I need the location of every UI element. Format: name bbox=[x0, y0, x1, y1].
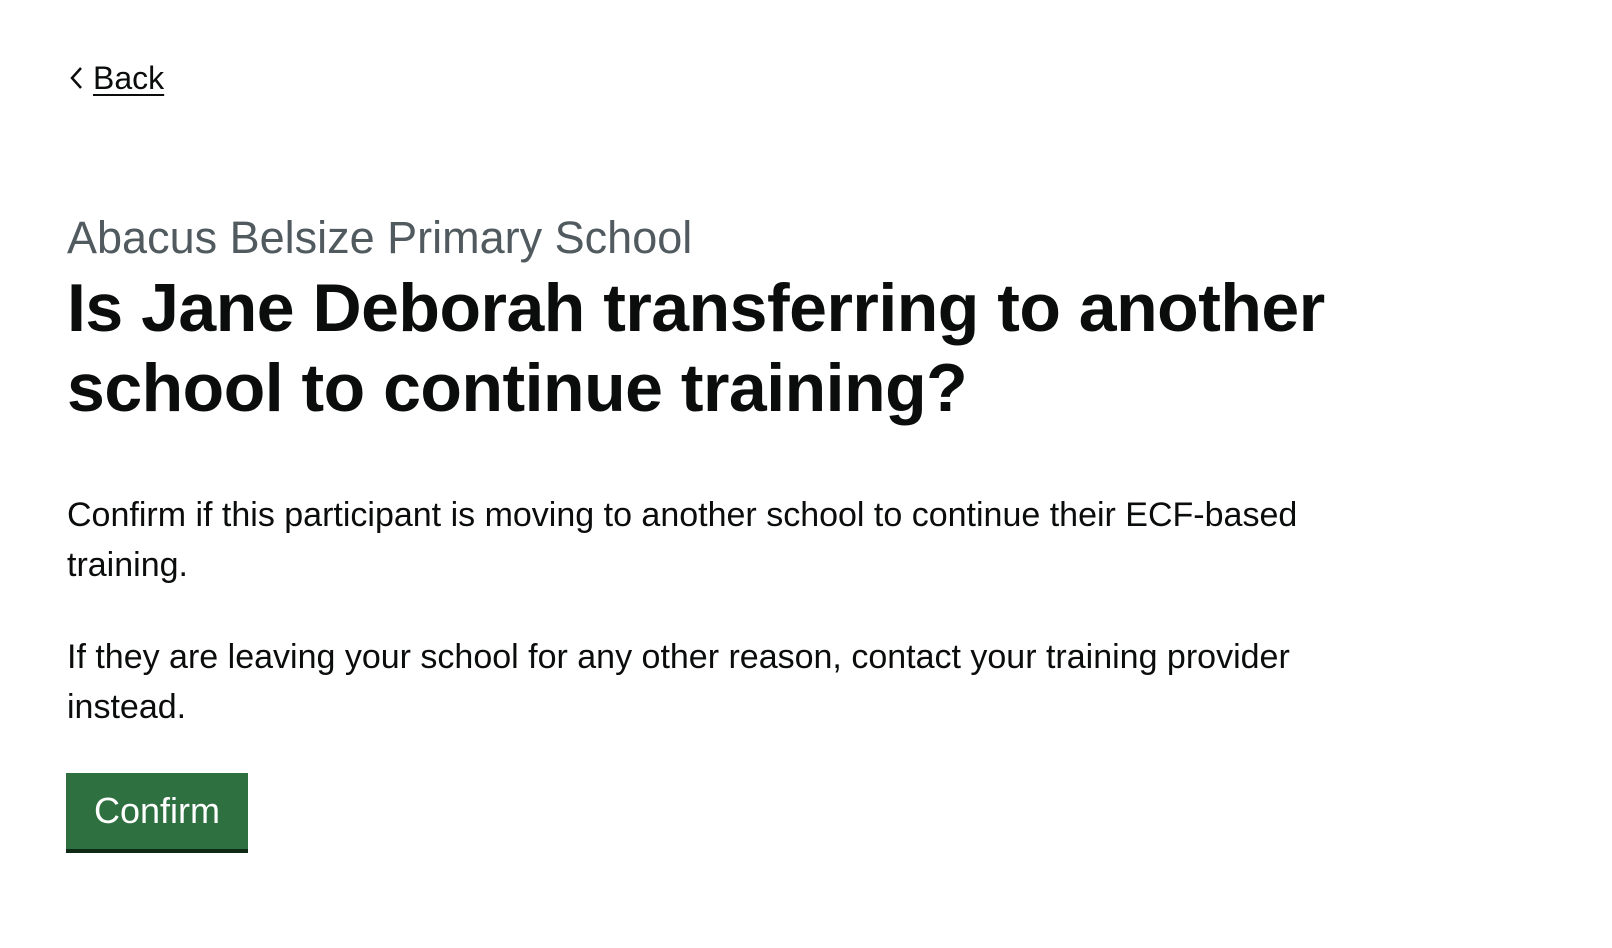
back-link-label: Back bbox=[93, 60, 165, 96]
body-paragraph-other-reason: If they are leaving your school for any … bbox=[67, 638, 1290, 726]
school-name-caption: Abacus Belsize Primary School bbox=[67, 212, 693, 263]
chevron-left-icon bbox=[67, 64, 87, 92]
back-link[interactable]: Back bbox=[67, 58, 164, 98]
page-title: Is Jane Deborah transferring to another … bbox=[67, 270, 1325, 426]
confirm-button[interactable]: Confirm bbox=[66, 773, 248, 849]
body-paragraph-confirm: Confirm if this participant is moving to… bbox=[67, 496, 1298, 584]
